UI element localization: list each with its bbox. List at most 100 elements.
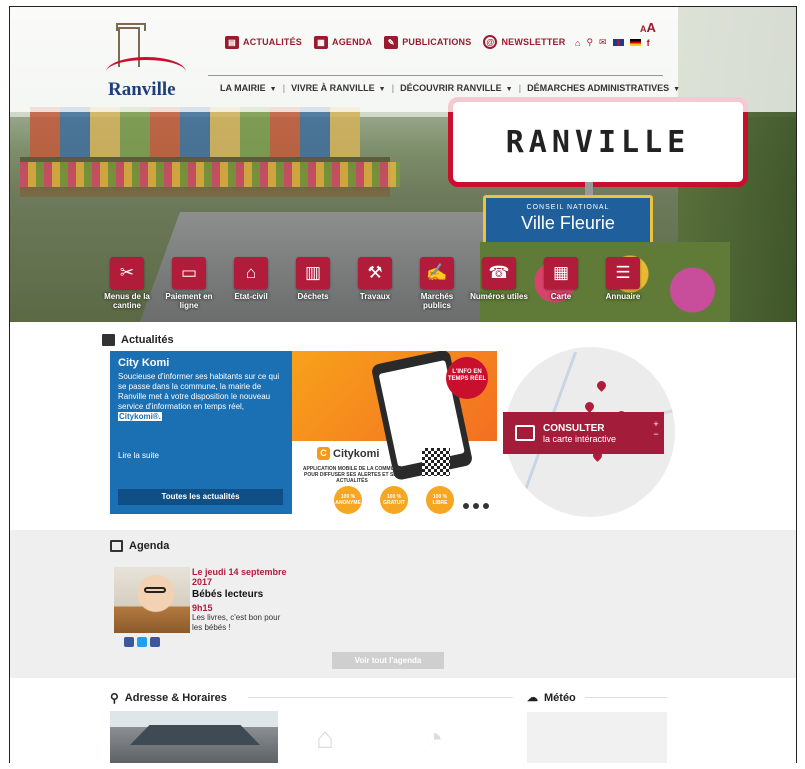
quick-link-numeros[interactable]: ☎ Numéros utiles bbox=[470, 257, 528, 310]
edit-icon: ✎ bbox=[384, 35, 399, 49]
top-link-label: NEWSLETTER bbox=[501, 37, 566, 47]
town-sign-text: RANVILLE bbox=[505, 124, 691, 160]
quick-link-paiement[interactable]: ▭ Paiement en ligne bbox=[165, 257, 213, 310]
hero-mural bbox=[30, 107, 360, 157]
map-zoom: + − bbox=[650, 419, 662, 447]
quick-link-label: Marchés publics bbox=[420, 292, 454, 310]
quick-link-carte[interactable]: ▦ Carte bbox=[542, 257, 580, 310]
address-section-label: Adresse & Horaires bbox=[124, 692, 227, 704]
font-size-toggle[interactable]: AA bbox=[640, 19, 656, 37]
roadworks-icon: ⚒ bbox=[358, 257, 392, 289]
nav-demarches[interactable]: DÉMARCHES ADMINISTRATIVES ▼ bbox=[527, 83, 680, 93]
font-big: A bbox=[646, 20, 656, 35]
carousel-dot[interactable] bbox=[463, 503, 469, 509]
address-section-title: ⚲ Adresse & Horaires bbox=[110, 691, 227, 705]
utility-icons: ⌂ ⚲ ✉ f bbox=[575, 37, 650, 48]
newspaper-icon bbox=[102, 334, 115, 346]
calendar-icon bbox=[110, 540, 123, 552]
all-agenda-button[interactable]: Voir tout l'agenda bbox=[332, 652, 444, 669]
quick-links: ✂ Menus de la cantine ▭ Paiement en ligne … bbox=[104, 257, 642, 310]
citykomi-icon: C bbox=[317, 447, 330, 460]
quick-link-label: Paiement en ligne bbox=[165, 292, 213, 310]
agenda-event-image[interactable] bbox=[114, 567, 190, 633]
top-link-publications[interactable]: ✎ PUBLICATIONS bbox=[384, 35, 472, 49]
logo-text: Ranville bbox=[108, 79, 176, 100]
home-icon[interactable]: ⌂ bbox=[575, 38, 580, 48]
zoom-in-button[interactable]: + bbox=[650, 419, 662, 429]
consult-map-button[interactable]: CONSULTER la carte intéractive bbox=[503, 412, 664, 454]
main-nav: LA MAIRIE ▼ | VIVRE À RANVILLE ▼ | DÉCOUVR… bbox=[208, 75, 680, 93]
quick-link-annuaire[interactable]: ☰ Annuaire bbox=[604, 257, 642, 310]
twitter-share-icon[interactable] bbox=[137, 637, 147, 647]
qr-code-icon bbox=[422, 448, 450, 476]
facebook-share-icon[interactable] bbox=[124, 637, 134, 647]
townhall-icon: ⌂ bbox=[316, 722, 335, 755]
site-header: Ranville AA ▤ ACTUALITÉS ▦ AGENDA ✎ PUBLICA… bbox=[10, 7, 796, 112]
nav-label: DÉCOUVRIR RANVILLE bbox=[400, 83, 502, 93]
nav-la-mairie[interactable]: LA MAIRIE ▼ bbox=[220, 83, 277, 93]
meteo-section-label: Météo bbox=[544, 691, 576, 704]
agenda-event-time: 9h15 bbox=[192, 603, 213, 613]
news-body: Soucieuse d'informer ses habitants sur c… bbox=[118, 372, 284, 422]
promo-circle: 100 % GRATUIT bbox=[380, 486, 408, 514]
trash-icon: ▥ bbox=[296, 257, 330, 289]
news-highlight: Citykomi®. bbox=[118, 412, 162, 421]
top-link-newsletter[interactable]: @ NEWSLETTER bbox=[483, 35, 565, 49]
mail-icon[interactable]: ✉ bbox=[599, 37, 607, 48]
citykomi-promo[interactable]: L'INFO EN TEMPS RÉEL C Citykomi APPLICATI… bbox=[292, 351, 497, 514]
site-logo[interactable]: Ranville bbox=[106, 23, 186, 107]
news-card: City Komi Soucieuse d'informer ses habit… bbox=[110, 351, 292, 514]
main-nav-divider bbox=[208, 75, 663, 76]
carousel-dot[interactable] bbox=[483, 503, 489, 509]
top-link-actualites[interactable]: ▤ ACTUALITÉS bbox=[225, 35, 302, 49]
quick-link-label: Déchets bbox=[297, 292, 329, 301]
payment-icon: ▭ bbox=[172, 257, 206, 289]
nav-separator: | bbox=[282, 83, 286, 93]
location-pin-icon: ⚲ bbox=[110, 691, 119, 705]
map-pin-icon bbox=[583, 400, 596, 413]
email-share-icon[interactable] bbox=[150, 637, 160, 647]
quick-link-marches[interactable]: ✍ Marchés publics bbox=[418, 257, 456, 310]
townhall-icon: ⌂ bbox=[234, 257, 268, 289]
top-nav: ▤ ACTUALITÉS ▦ AGENDA ✎ PUBLICATIONS @ NEWSL… bbox=[225, 35, 565, 49]
nav-vivre[interactable]: VIVRE À RANVILLE ▼ bbox=[291, 83, 385, 93]
chevron-down-icon: ▼ bbox=[269, 86, 277, 93]
nav-label: DÉMARCHES ADMINISTRATIVES bbox=[527, 83, 670, 93]
carousel-dot[interactable] bbox=[473, 503, 479, 509]
townhall-photo bbox=[110, 711, 278, 763]
all-news-button[interactable]: Toutes les actualités bbox=[118, 489, 283, 505]
quick-link-cantine[interactable]: ✂ Menus de la cantine bbox=[104, 257, 150, 310]
read-more-link[interactable]: Lire la suite bbox=[118, 451, 159, 460]
news-title: City Komi bbox=[118, 357, 170, 369]
cutlery-icon: ✂ bbox=[110, 257, 144, 289]
flag-de-icon[interactable] bbox=[629, 39, 641, 46]
flag-uk-icon[interactable] bbox=[612, 39, 624, 46]
facebook-icon[interactable]: f bbox=[647, 38, 650, 48]
map-pin-icon bbox=[595, 379, 608, 392]
chevron-down-icon: ▼ bbox=[673, 86, 681, 93]
agenda-event-desc: Les livres, c'est bon pour les bébés ! bbox=[192, 613, 281, 632]
quick-link-dechets[interactable]: ▥ Déchets bbox=[294, 257, 332, 310]
photo-roof bbox=[130, 725, 260, 745]
search-icon[interactable]: ⚲ bbox=[586, 37, 593, 48]
top-link-agenda[interactable]: ▦ AGENDA bbox=[314, 35, 372, 49]
promo-circle: 100 % LIBRE bbox=[426, 486, 454, 514]
consult-subtitle: la carte intéractive bbox=[543, 433, 617, 444]
ville-fleurie-big: Ville Fleurie bbox=[521, 213, 615, 233]
nav-decouvrir[interactable]: DÉCOUVRIR RANVILLE ▼ bbox=[400, 83, 512, 93]
promo-badge: L'INFO EN TEMPS RÉEL bbox=[446, 357, 488, 399]
promo-circle: 100 % ANONYME bbox=[334, 486, 362, 514]
nav-separator: | bbox=[391, 83, 395, 93]
map-icon: ▦ bbox=[544, 257, 578, 289]
weather-icon: ☁ bbox=[527, 692, 538, 704]
top-link-label: PUBLICATIONS bbox=[402, 37, 472, 47]
chevron-down-icon: ▼ bbox=[505, 86, 513, 93]
agenda-section-title: Agenda bbox=[110, 540, 169, 552]
quick-link-etat-civil[interactable]: ⌂ Etat-civil bbox=[232, 257, 270, 310]
zoom-out-button[interactable]: − bbox=[650, 429, 662, 439]
agenda-event-title[interactable]: Bébés lecteurs bbox=[192, 589, 263, 600]
divider bbox=[248, 697, 513, 698]
promo-subtitle: APPLICATION MOBILE DE LA COMMUNE POUR DI… bbox=[302, 466, 402, 484]
quick-link-travaux[interactable]: ⚒ Travaux bbox=[356, 257, 394, 310]
ville-fleurie-small: CONSEIL NATIONAL bbox=[526, 204, 610, 211]
